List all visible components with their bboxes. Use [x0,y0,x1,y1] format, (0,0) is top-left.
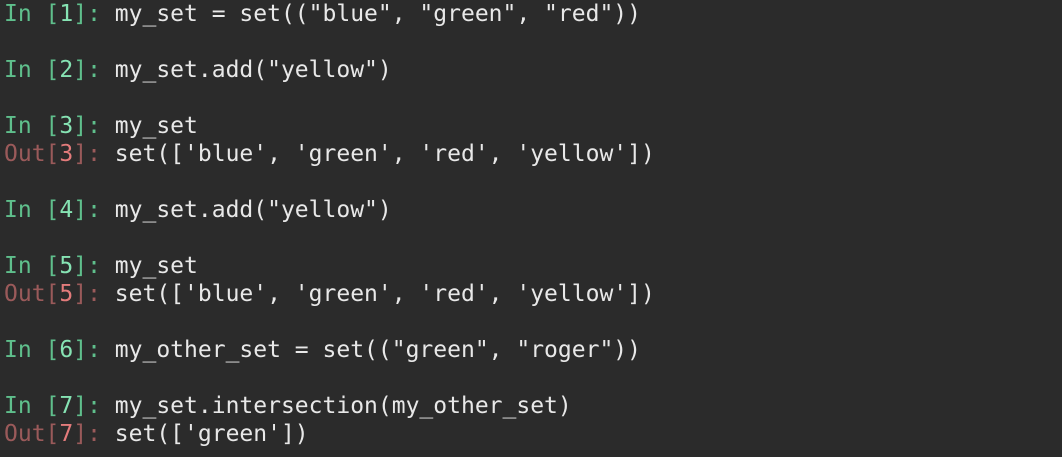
input-code: my_set [114,113,198,139]
out-prompt-number: 7 [59,421,74,447]
input-line-7: In [7]: my_set.intersection(my_other_set… [4,392,1062,420]
input-line-3: In [3]: my_set [4,112,1062,140]
in-prompt-close: ]: [73,57,115,83]
in-prompt: In [ [4,1,60,27]
in-prompt-close: ]: [73,197,115,223]
in-prompt-number: 7 [59,393,74,419]
in-prompt-close: ]: [73,337,115,363]
out-prompt: Out[ [4,281,60,307]
in-prompt-number: 3 [59,113,74,139]
input-code: my_set.intersection(my_other_set) [114,393,572,419]
output-value: set(['blue', 'green', 'red', 'yellow']) [114,281,655,307]
out-prompt-close: ]: [73,281,115,307]
in-prompt: In [ [4,337,60,363]
in-prompt-number: 1 [59,1,74,27]
in-prompt-close: ]: [73,1,115,27]
input-code: my_other_set = set(("green", "roger")) [114,337,641,363]
input-code: my_set = set(("blue", "green", "red")) [114,1,641,27]
in-prompt: In [ [4,197,60,223]
in-prompt: In [ [4,113,60,139]
in-prompt-number: 4 [59,197,74,223]
in-prompt-close: ]: [73,253,115,279]
output-line-5: Out[5]: set(['blue', 'green', 'red', 'ye… [4,280,1062,308]
output-line-7: Out[7]: set(['green']) [4,420,1062,448]
out-prompt-number: 5 [59,281,74,307]
in-prompt: In [ [4,253,60,279]
output-line-3: Out[3]: set(['blue', 'green', 'red', 'ye… [4,140,1062,168]
out-prompt-close: ]: [73,141,115,167]
out-prompt-close: ]: [73,421,115,447]
in-prompt: In [ [4,57,60,83]
in-prompt-number: 6 [59,337,74,363]
in-prompt-close: ]: [73,393,115,419]
out-prompt-number: 3 [59,141,74,167]
input-line-6: In [6]: my_other_set = set(("green", "ro… [4,336,1062,364]
input-code: my_set [114,253,198,279]
out-prompt: Out[ [4,421,60,447]
output-value: set(['green']) [114,421,309,447]
in-prompt: In [ [4,393,60,419]
out-prompt: Out[ [4,141,60,167]
ipython-terminal[interactable]: In [1]: my_set = set(("blue", "green", "… [0,0,1062,457]
input-code: my_set.add("yellow") [114,197,392,223]
input-line-1: In [1]: my_set = set(("blue", "green", "… [4,0,1062,28]
input-line-2: In [2]: my_set.add("yellow") [4,56,1062,84]
output-value: set(['blue', 'green', 'red', 'yellow']) [114,141,655,167]
input-line-4: In [4]: my_set.add("yellow") [4,196,1062,224]
input-code: my_set.add("yellow") [114,57,392,83]
input-line-5: In [5]: my_set [4,252,1062,280]
in-prompt-number: 2 [59,57,74,83]
in-prompt-number: 5 [59,253,74,279]
in-prompt-close: ]: [73,113,115,139]
